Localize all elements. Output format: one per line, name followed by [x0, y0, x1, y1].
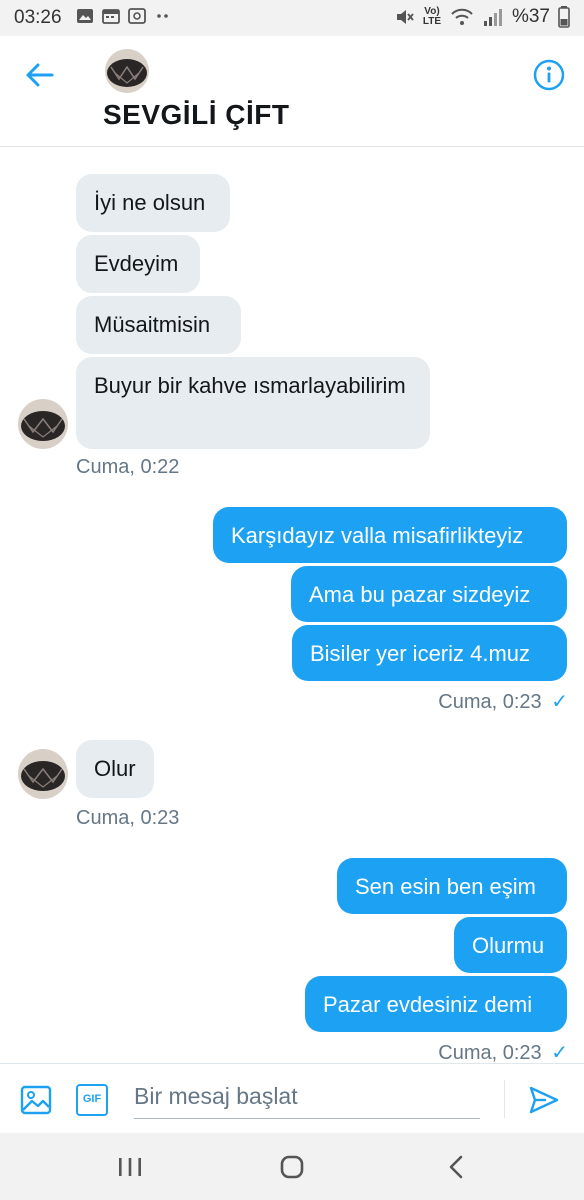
- message-timestamp: Cuma, 0:22: [76, 456, 180, 478]
- message-timestamp: Cuma, 0:23 ✓: [438, 1040, 568, 1062]
- message-bubble-outgoing[interactable]: Ama bu pazar sizdeyiz: [291, 566, 567, 622]
- info-icon[interactable]: [532, 58, 566, 92]
- composer-divider: [504, 1080, 505, 1118]
- message-bubble-incoming[interactable]: Müsaitmisin: [76, 296, 241, 354]
- message-timestamp: Cuma, 0:23: [76, 807, 180, 829]
- message-bubble-incoming[interactable]: Buyur bir kahve ısmarlayabilirim: [76, 357, 430, 449]
- status-bar: 03:26 Vo) LTE %37: [0, 0, 584, 36]
- more-notifications-icon: [157, 14, 168, 18]
- calendar-notification-icon: [102, 9, 120, 24]
- notification-icons: [76, 8, 172, 24]
- battery-icon: [558, 6, 570, 28]
- read-check-icon: ✓: [551, 1042, 568, 1062]
- message-list[interactable]: İyi ne olsun Evdeyim Müsaitmisin Buyur b…: [0, 147, 584, 1062]
- message-bubble-incoming[interactable]: İyi ne olsun: [76, 174, 230, 232]
- conversation-avatar[interactable]: [105, 49, 149, 93]
- message-bubble-outgoing[interactable]: Karşıdayız valla misafirlikteyiz: [213, 507, 567, 563]
- status-right: Vo) LTE %37: [394, 6, 570, 28]
- send-icon[interactable]: [528, 1084, 560, 1116]
- message-input[interactable]: [134, 1074, 480, 1119]
- back-arrow-icon[interactable]: [22, 60, 58, 90]
- timestamp-text: Cuma, 0:23: [438, 1042, 542, 1062]
- recent-apps-icon[interactable]: [110, 1151, 150, 1183]
- conversation-title: SEVGİLİ ÇİFT: [103, 99, 290, 130]
- signal-icon: [483, 9, 502, 26]
- volte-indicator: Vo) LTE: [422, 6, 442, 27]
- system-nav-bar: [0, 1133, 584, 1200]
- message-bubble-incoming[interactable]: Olur: [76, 740, 154, 798]
- message-composer: GIF: [0, 1063, 584, 1134]
- gif-label: GIF: [82, 1093, 102, 1105]
- sender-avatar[interactable]: [18, 749, 68, 799]
- back-nav-icon[interactable]: [437, 1151, 477, 1183]
- sender-avatar[interactable]: [18, 399, 68, 449]
- message-bubble-outgoing[interactable]: Sen esin ben eşim: [337, 858, 567, 914]
- safe-notification-icon: [128, 8, 146, 24]
- read-check-icon: ✓: [551, 691, 568, 713]
- gallery-notification-icon: [77, 9, 93, 23]
- mute-icon: [396, 10, 414, 24]
- message-bubble-outgoing[interactable]: Bisiler yer iceriz 4.muz: [292, 625, 567, 681]
- message-bubble-incoming[interactable]: Evdeyim: [76, 235, 200, 293]
- status-time: 03:26: [14, 7, 62, 28]
- message-bubble-outgoing[interactable]: Olurmu: [454, 917, 567, 973]
- gif-icon[interactable]: GIF: [76, 1084, 108, 1116]
- image-attach-icon[interactable]: [20, 1084, 52, 1116]
- message-timestamp: Cuma, 0:23 ✓: [438, 689, 568, 714]
- wifi-icon: [451, 8, 473, 25]
- battery-level: %37: [511, 6, 550, 27]
- home-icon[interactable]: [272, 1151, 312, 1183]
- message-bubble-outgoing[interactable]: Pazar evdesiniz demi: [305, 976, 567, 1032]
- timestamp-text: Cuma, 0:23: [438, 691, 542, 713]
- conversation-header: SEVGİLİ ÇİFT: [0, 36, 584, 147]
